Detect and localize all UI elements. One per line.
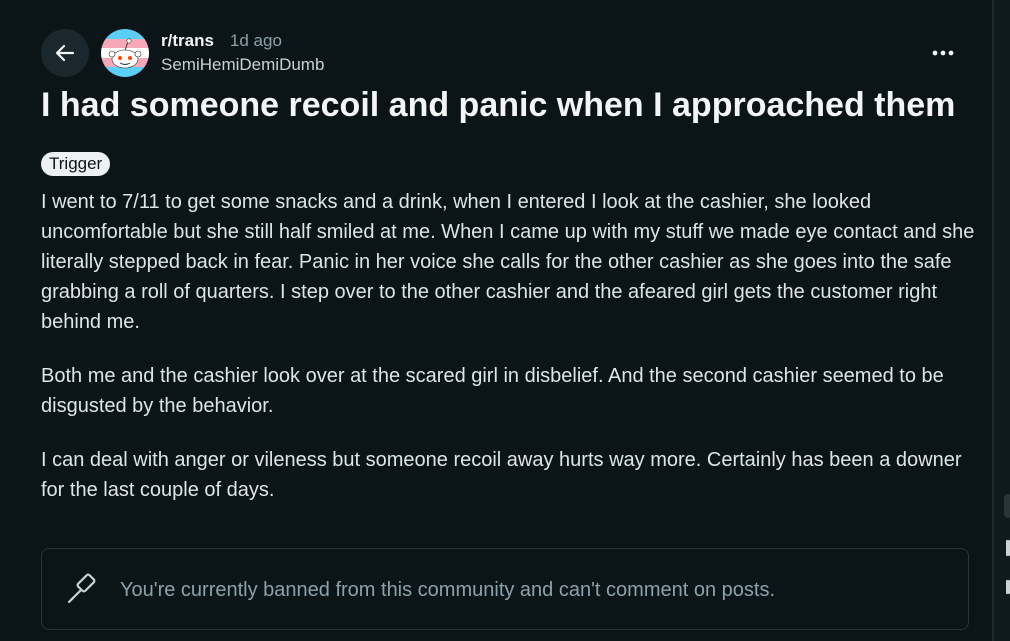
gavel-icon (67, 573, 96, 604)
comment-banned-notice: You're currently banned from this commun… (41, 548, 969, 630)
post-paragraph: I can deal with anger or vileness but so… (41, 449, 962, 501)
post-title: I had someone recoil and panic when I ap… (41, 86, 956, 124)
sidebar-edge (994, 0, 1010, 641)
post-body: I went to 7/11 to get some snacks and a … (41, 187, 976, 529)
post-flair[interactable]: Trigger (41, 152, 111, 176)
post-time: 1d ago (229, 31, 282, 50)
subreddit-link[interactable]: r/trans (161, 31, 214, 50)
post-paragraph: Both me and the cashier look over at the… (41, 365, 944, 417)
post-meta: r/trans 1d ago SemiHemiDemiDumb (161, 31, 324, 75)
snoo-icon (101, 29, 149, 77)
subreddit-avatar[interactable] (101, 29, 149, 77)
overflow-menu-icon (932, 50, 954, 56)
back-button[interactable] (41, 29, 89, 77)
sidebar-scroll-handle[interactable] (1004, 494, 1010, 518)
sidebar-text-fragment (1006, 580, 1010, 594)
sidebar-text-fragment (1006, 540, 1010, 556)
banned-message: You're currently banned from this commun… (120, 579, 775, 601)
arrow-left-icon (55, 44, 75, 62)
author-link[interactable]: SemiHemiDemiDumb (161, 55, 324, 75)
post-header: r/trans 1d ago SemiHemiDemiDumb (41, 29, 971, 79)
post-page: r/trans 1d ago SemiHemiDemiDumb I had som… (0, 0, 1010, 641)
post-paragraph: I went to 7/11 to get some snacks and a … (41, 191, 975, 333)
more-options-button[interactable] (923, 33, 963, 73)
